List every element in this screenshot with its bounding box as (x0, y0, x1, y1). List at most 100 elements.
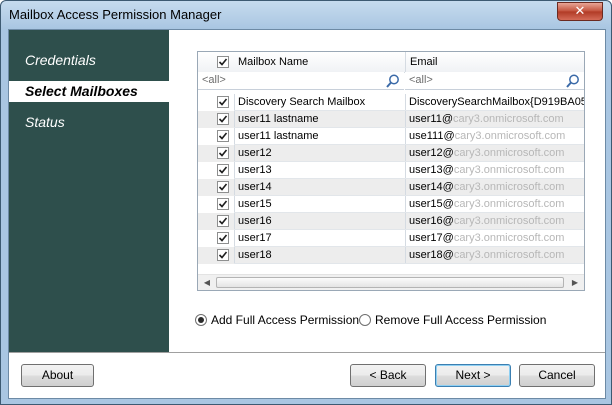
mailbox-name-cell: user14 (234, 179, 400, 196)
scroll-left-icon[interactable]: ◀ (199, 275, 215, 290)
email-domain-blurred: cary3.onmicrosoft.com (452, 113, 564, 125)
row-checkbox[interactable] (217, 164, 229, 176)
email-text: user14@ (409, 181, 454, 193)
checkmark-icon (218, 132, 228, 140)
column-divider (405, 52, 406, 72)
mailbox-name-cell: user11 lastname (234, 111, 400, 128)
row-checkbox[interactable] (217, 147, 229, 159)
title-bar: Mailbox Access Permission Manager ✕ (1, 1, 611, 29)
row-divider (234, 263, 584, 264)
table-row[interactable]: Discovery Search Mailbox DiscoverySearch… (198, 94, 584, 111)
email-domain-blurred: cary3.onmicrosoft.com (453, 232, 565, 244)
table-row[interactable]: user15 user15@cary3.onmicrosoft.com (198, 196, 584, 213)
mailbox-name-cell: user18 (234, 247, 400, 264)
checkmark-icon (218, 98, 228, 106)
table-row[interactable]: user12 user12@cary3.onmicrosoft.com (198, 145, 584, 162)
email-text: user18@ (409, 249, 454, 261)
email-text: user13@ (409, 164, 454, 176)
table-row[interactable]: user18 user18@cary3.onmicrosoft.com (198, 247, 584, 264)
email-text: user17@ (409, 232, 454, 244)
horizontal-scrollbar[interactable]: ◀ ▶ (198, 274, 584, 290)
email-cell: user15@cary3.onmicrosoft.com (405, 196, 584, 213)
client-area: Credentials Select Mailboxes Status Mail… (8, 29, 606, 399)
email-cell: user16@cary3.onmicrosoft.com (405, 213, 584, 230)
email-text: use111@ (409, 130, 455, 142)
checkmark-icon (218, 149, 228, 157)
row-checkbox[interactable] (217, 249, 229, 261)
scroll-right-icon[interactable]: ▶ (567, 275, 583, 290)
back-button[interactable]: < Back (350, 364, 426, 387)
checkmark-icon (218, 200, 228, 208)
sidebar-item-credentials[interactable]: Credentials (9, 50, 169, 71)
email-text: user11@ (409, 113, 453, 125)
checkmark-icon (218, 58, 228, 66)
remove-full-access-radio[interactable] (359, 314, 371, 326)
mailbox-name-cell: user15 (234, 196, 400, 213)
mailbox-name-cell: user11 lastname (234, 128, 400, 145)
row-checkbox[interactable] (217, 96, 229, 108)
email-cell: user11@cary3.onmicrosoft.com (405, 111, 584, 128)
email-text: user12@ (409, 147, 454, 159)
checkmark-icon (218, 217, 228, 225)
row-checkbox[interactable] (217, 130, 229, 142)
table-row[interactable]: user11 lastname user11@cary3.onmicrosoft… (198, 111, 584, 128)
checkmark-icon (218, 166, 228, 174)
search-icon[interactable] (385, 73, 401, 89)
checkmark-icon (218, 115, 228, 123)
email-domain-blurred: cary3.onmicrosoft.com (453, 147, 565, 159)
email-text: user15@ (409, 198, 454, 210)
email-cell: user12@cary3.onmicrosoft.com (405, 145, 584, 162)
email-domain-blurred: cary3.onmicrosoft.com (453, 181, 565, 193)
filter-placeholder: <all> (202, 74, 226, 86)
mailbox-name-filter[interactable]: <all> (198, 72, 404, 90)
mailbox-name-cell: user16 (234, 213, 400, 230)
email-cell: user18@cary3.onmicrosoft.com (405, 247, 584, 264)
mailbox-name-cell: user13 (234, 162, 400, 179)
close-button[interactable]: ✕ (557, 2, 603, 21)
email-cell: DiscoverySearchMailbox{D919BA05... (405, 94, 584, 111)
add-full-access-radio[interactable] (195, 314, 207, 326)
remove-full-access-label[interactable]: Remove Full Access Permission (375, 312, 546, 328)
app-window: Mailbox Access Permission Manager ✕ Cred… (0, 0, 612, 405)
scrollbar-thumb[interactable] (216, 277, 564, 288)
next-button[interactable]: Next > (435, 364, 511, 387)
email-domain-blurred: cary3.onmicrosoft.com (453, 215, 565, 227)
select-all-checkbox[interactable] (217, 56, 229, 68)
add-full-access-label[interactable]: Add Full Access Permission (211, 312, 359, 328)
email-cell: user13@cary3.onmicrosoft.com (405, 162, 584, 179)
email-domain-blurred: cary3.onmicrosoft.com (453, 249, 565, 261)
row-checkbox[interactable] (217, 113, 229, 125)
email-cell: use111@cary3.onmicrosoft.com (405, 128, 584, 145)
table-row[interactable]: user11 lastname use111@cary3.onmicrosoft… (198, 128, 584, 145)
about-button[interactable]: About (21, 364, 94, 387)
table-row[interactable]: user14 user14@cary3.onmicrosoft.com (198, 179, 584, 196)
cancel-button[interactable]: Cancel (519, 364, 595, 387)
row-checkbox[interactable] (217, 215, 229, 227)
row-checkbox[interactable] (217, 198, 229, 210)
email-text: DiscoverySearchMailbox{D919BA05... (409, 96, 584, 108)
radio-selected-dot (198, 317, 204, 323)
search-icon[interactable] (565, 73, 581, 89)
row-checkbox[interactable] (217, 232, 229, 244)
column-header-email[interactable]: Email (410, 52, 438, 72)
sidebar-item-status[interactable]: Status (9, 112, 169, 133)
table-row[interactable]: user17 user17@cary3.onmicrosoft.com (198, 230, 584, 247)
grid-header: Mailbox Name Email (198, 52, 584, 73)
table-row[interactable]: user16 user16@cary3.onmicrosoft.com (198, 213, 584, 230)
row-checkbox[interactable] (217, 181, 229, 193)
mailbox-name-cell: user12 (234, 145, 400, 162)
table-row[interactable]: user13 user13@cary3.onmicrosoft.com (198, 162, 584, 179)
wizard-sidebar: Credentials Select Mailboxes Status (9, 30, 169, 352)
sidebar-item-select-mailboxes[interactable]: Select Mailboxes (9, 81, 169, 102)
email-filter[interactable]: <all> (405, 72, 584, 90)
close-icon: ✕ (574, 4, 586, 19)
email-domain-blurred: cary3.onmicrosoft.com (453, 198, 565, 210)
checkmark-icon (218, 251, 228, 259)
filter-placeholder: <all> (409, 74, 433, 86)
email-cell: user17@cary3.onmicrosoft.com (405, 230, 584, 247)
mailbox-name-cell: user17 (234, 230, 400, 247)
email-domain-blurred: cary3.onmicrosoft.com (454, 130, 566, 142)
email-text: user16@ (409, 215, 454, 227)
column-header-mailbox-name[interactable]: Mailbox Name (238, 52, 308, 72)
email-domain-blurred: cary3.onmicrosoft.com (453, 164, 565, 176)
